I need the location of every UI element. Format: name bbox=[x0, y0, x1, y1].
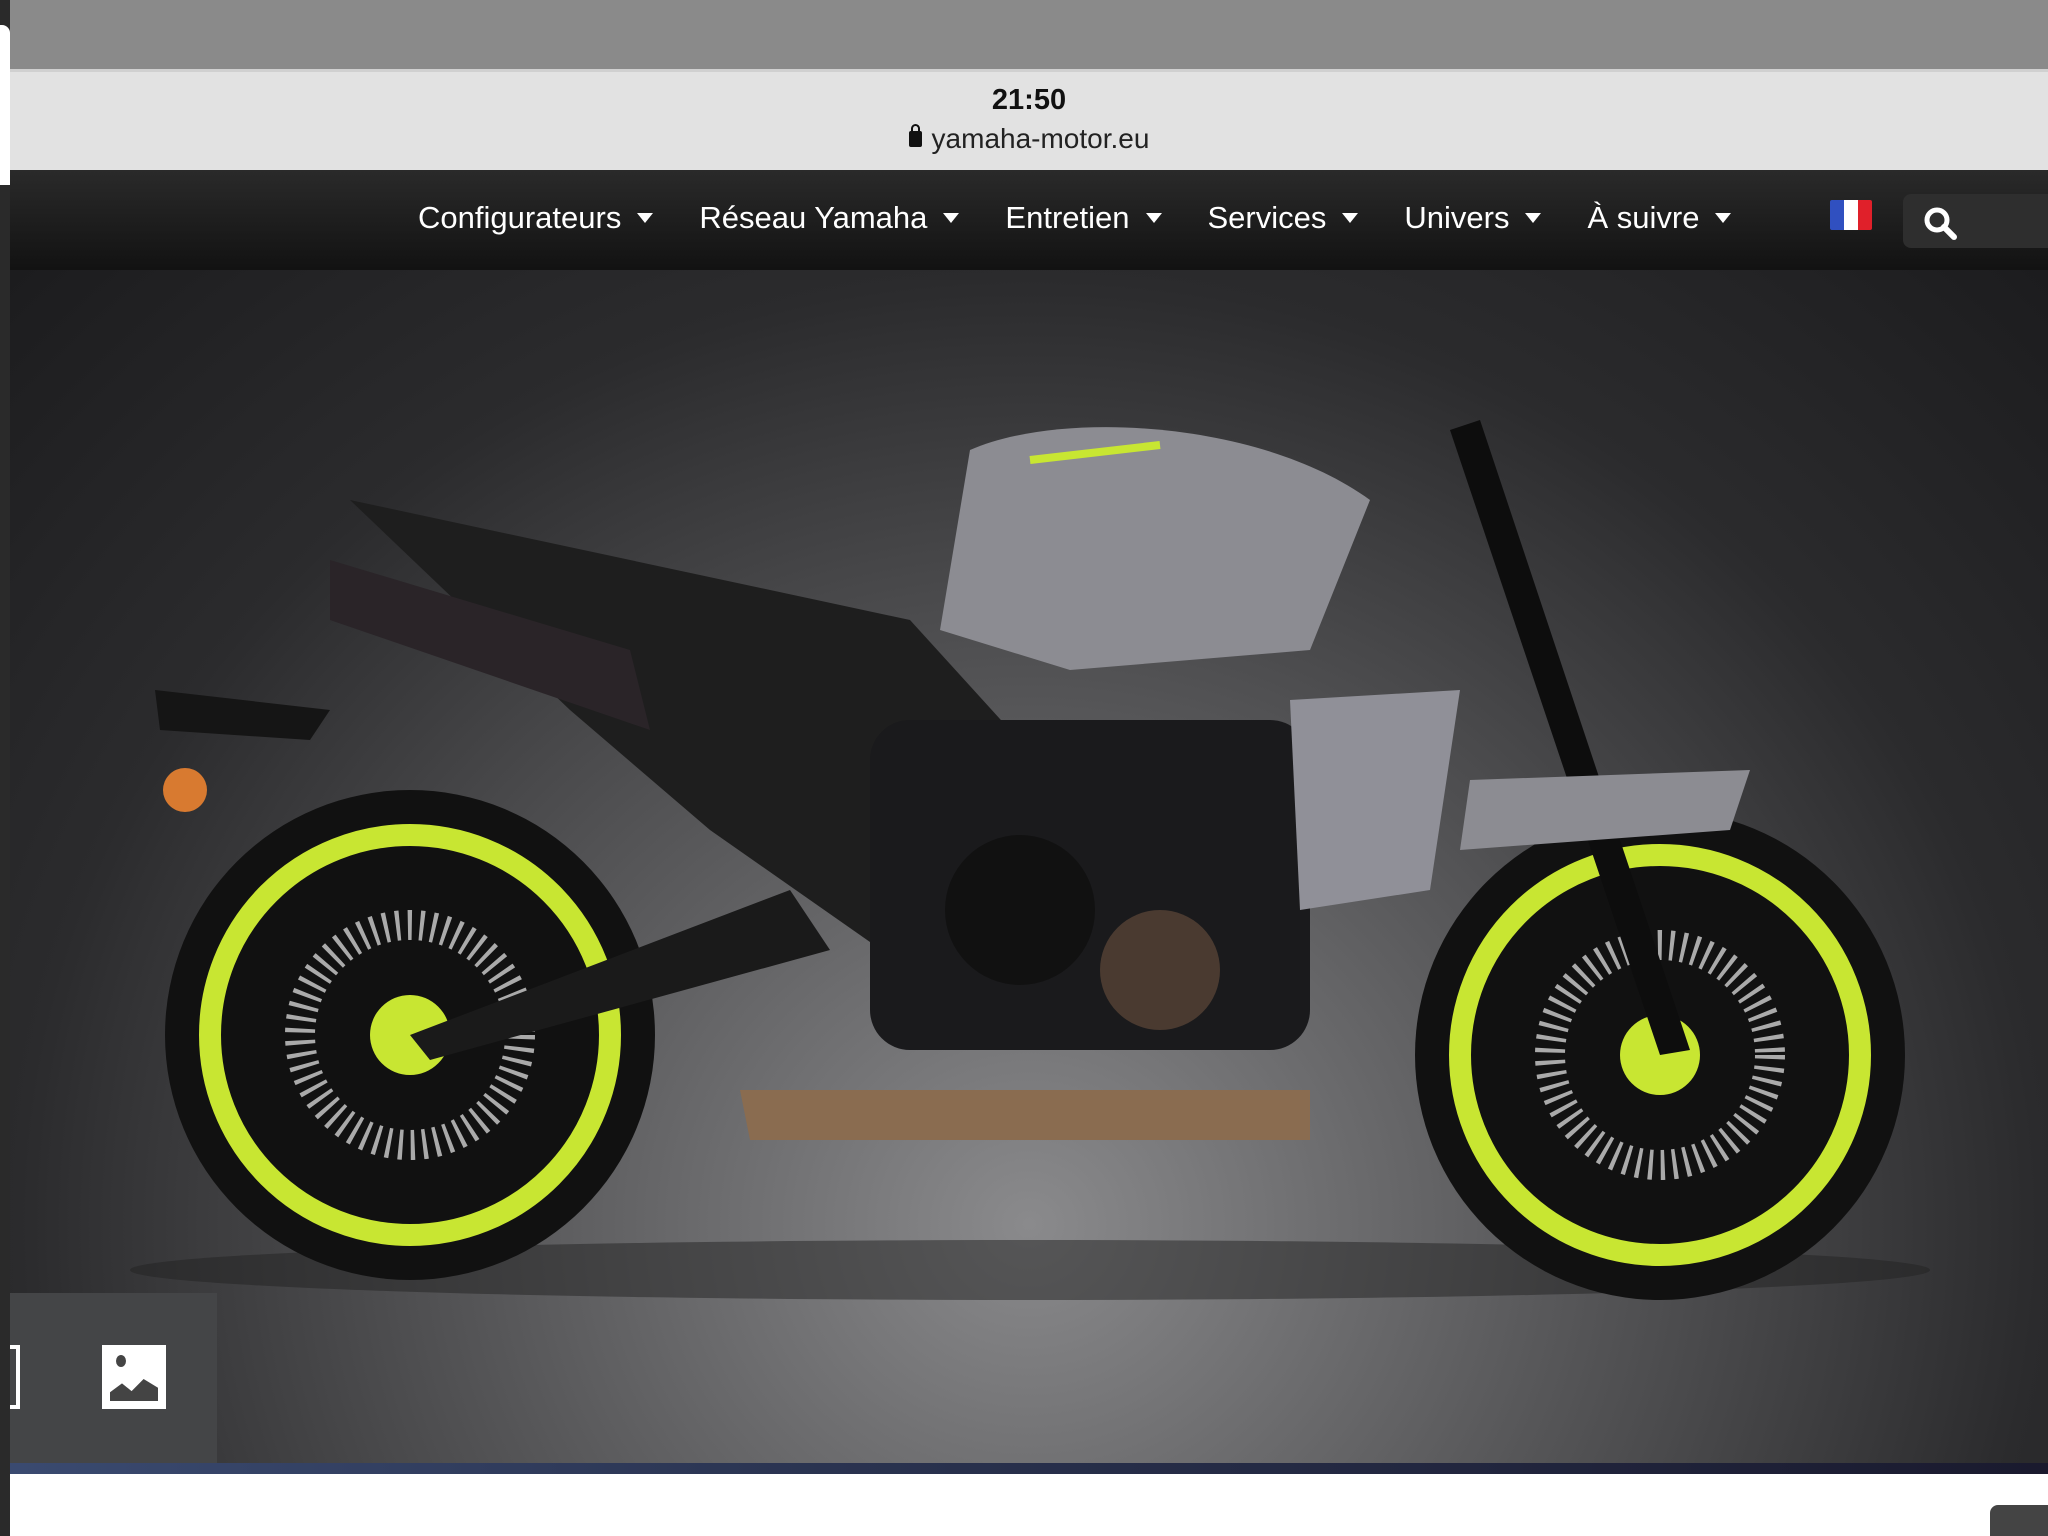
nav-reseau-yamaha[interactable]: Réseau Yamaha bbox=[699, 200, 960, 236]
caret-down-icon bbox=[1715, 213, 1732, 223]
browser-status-bar: 21:50 yamaha-motor.eu bbox=[10, 69, 2048, 170]
lock-icon bbox=[908, 124, 922, 147]
nav-label: Univers bbox=[1404, 200, 1510, 235]
caret-down-icon bbox=[943, 213, 960, 223]
hero-motorcycle-image bbox=[10, 270, 2048, 1463]
page-content bbox=[10, 1474, 2048, 1536]
nav-univers[interactable]: Univers bbox=[1404, 200, 1542, 236]
nav-label: Réseau Yamaha bbox=[699, 200, 928, 235]
caret-down-icon bbox=[637, 213, 654, 223]
nav-label: Configurateurs bbox=[418, 200, 622, 235]
clock: 21:50 bbox=[991, 84, 1067, 116]
left-edge bbox=[0, 0, 10, 1536]
nav-configurateurs[interactable]: Configurateurs bbox=[418, 200, 654, 236]
main-navigation: Configurateurs Réseau Yamaha Entretien S… bbox=[10, 170, 2048, 270]
search-icon bbox=[1924, 207, 1957, 240]
nav-label: À suivre bbox=[1587, 200, 1700, 235]
search-button[interactable] bbox=[1903, 194, 2048, 248]
motorcycle-illustration bbox=[130, 420, 1930, 1300]
nav-label: Entretien bbox=[1005, 200, 1130, 235]
device-frame-top bbox=[0, 0, 2048, 69]
decorative-strip bbox=[10, 1463, 2048, 1474]
nav-services[interactable]: Services bbox=[1208, 200, 1359, 236]
nav-a-suivre[interactable]: À suivre bbox=[1587, 200, 1732, 236]
image-icon[interactable] bbox=[102, 1345, 166, 1409]
gallery-controls bbox=[10, 1293, 217, 1463]
nav-entretien[interactable]: Entretien bbox=[1005, 200, 1162, 236]
french-flag-icon[interactable] bbox=[1830, 200, 1872, 230]
gallery-icon-partial[interactable] bbox=[10, 1345, 20, 1409]
corner-button[interactable] bbox=[1990, 1505, 2048, 1536]
address-bar[interactable]: yamaha-motor.eu bbox=[908, 123, 1150, 155]
caret-down-icon bbox=[1342, 213, 1359, 223]
caret-down-icon bbox=[1525, 213, 1542, 223]
nav-label: Services bbox=[1207, 200, 1327, 235]
caret-down-icon bbox=[1145, 213, 1162, 223]
url-text: yamaha-motor.eu bbox=[931, 123, 1150, 154]
